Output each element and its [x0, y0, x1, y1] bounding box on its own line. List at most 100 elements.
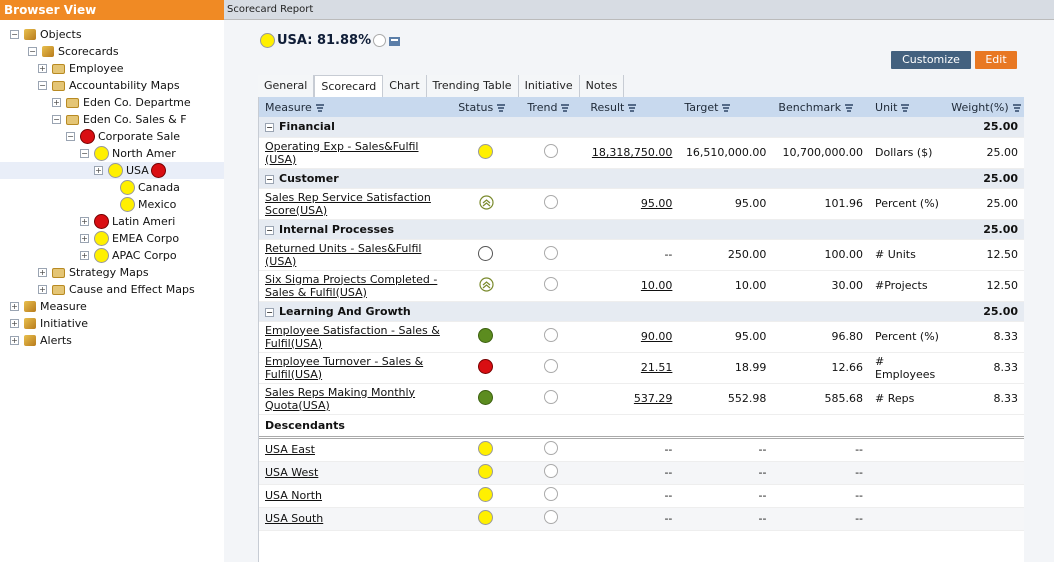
tree-node[interactable]: + Initiative	[0, 315, 235, 332]
customize-button[interactable]: Customize	[891, 51, 971, 69]
tree-node[interactable]: + EMEA Corpo	[0, 230, 235, 247]
column-header[interactable]: Measure	[259, 97, 453, 117]
tab-scorecard[interactable]: Scorecard	[314, 75, 384, 97]
expand-icon[interactable]: +	[38, 268, 47, 277]
measure-link[interactable]: Sales Rep Service Satisfaction Score(USA…	[259, 188, 453, 220]
measure-link[interactable]: Employee Satisfaction - Sales & Fulfil(U…	[259, 321, 453, 353]
tree-node[interactable]: + Cause and Effect Maps	[0, 281, 235, 298]
column-header[interactable]: Unit	[869, 97, 946, 117]
section-name: Customer	[279, 171, 339, 185]
column-header[interactable]: Target	[678, 97, 773, 117]
measure-link[interactable]: Sales Reps Making Monthly Quota(USA)	[259, 383, 453, 415]
sort-icon[interactable]	[627, 103, 637, 113]
tab-initiative[interactable]: Initiative	[518, 75, 580, 97]
edit-button[interactable]: Edit	[975, 51, 1017, 69]
tree-node[interactable]: − Accountability Maps	[0, 77, 235, 94]
expand-icon[interactable]: +	[80, 234, 89, 243]
expand-icon[interactable]: +	[94, 166, 103, 175]
result-value: --	[584, 461, 679, 485]
collapse-icon[interactable]: −	[80, 149, 89, 158]
collapse-icon[interactable]: −	[38, 81, 47, 90]
result-value[interactable]: 90.00	[641, 330, 673, 343]
measure-link[interactable]: Employee Turnover - Sales & Fulfil(USA)	[259, 352, 453, 384]
expand-icon[interactable]: +	[38, 64, 47, 73]
descendant-link[interactable]: USA West	[259, 461, 453, 485]
tree-node[interactable]: − Scorecards	[0, 43, 235, 60]
sort-icon[interactable]	[560, 103, 570, 113]
tree-node[interactable]: + Eden Co. Departme	[0, 94, 235, 111]
tree-node[interactable]: + Strategy Maps	[0, 264, 235, 281]
measure-link[interactable]: Returned Units - Sales&Fulfil (USA)	[259, 239, 453, 271]
collapse-icon[interactable]: −	[28, 47, 37, 56]
result-value[interactable]: 537.29	[634, 392, 673, 405]
tab-chart[interactable]: Chart	[383, 75, 427, 97]
tree-node[interactable]: − Objects	[0, 26, 235, 43]
tree-node[interactable]: + Employee	[0, 60, 235, 77]
benchmark-value: 100.00	[772, 239, 870, 271]
sort-icon[interactable]	[315, 103, 325, 113]
tab-notes[interactable]: Notes	[579, 75, 625, 97]
collapse-icon[interactable]: −	[10, 30, 19, 39]
result-value: --	[584, 484, 679, 508]
result-value[interactable]: 21.51	[641, 361, 673, 374]
tree-node[interactable]: − Corporate Sale	[0, 128, 235, 145]
measure-link[interactable]: Operating Exp - Sales&Fulfil (USA)	[259, 137, 453, 169]
sort-icon[interactable]	[721, 103, 731, 113]
sort-icon[interactable]	[900, 103, 910, 113]
column-header[interactable]: Status	[452, 97, 522, 117]
tree-node[interactable]: Mexico	[0, 196, 235, 213]
sort-icon[interactable]	[844, 103, 854, 113]
tree-node[interactable]: − North Amer	[0, 145, 235, 162]
collapse-icon[interactable]: −	[265, 123, 274, 133]
result-value[interactable]: 95.00	[641, 197, 673, 210]
benchmark-value: --	[772, 507, 870, 531]
collapse-icon[interactable]: −	[52, 115, 61, 124]
collapse-icon[interactable]: −	[265, 225, 274, 235]
descendant-link[interactable]: USA North	[259, 484, 453, 508]
expand-icon[interactable]: +	[52, 98, 61, 107]
tree-node[interactable]: + Alerts	[0, 332, 235, 349]
sort-icon[interactable]	[496, 103, 506, 113]
column-header[interactable]: Result	[584, 97, 679, 117]
trend-icon	[544, 277, 559, 291]
sort-icon[interactable]	[1012, 103, 1022, 113]
measure-link[interactable]: Six Sigma Projects Completed -Sales & Fu…	[259, 270, 453, 302]
expand-icon[interactable]: +	[80, 251, 89, 260]
result-value[interactable]: 18,318,750.00	[592, 146, 672, 159]
unit-value: Percent (%)	[869, 321, 946, 353]
tree-node[interactable]: + Latin Ameri	[0, 213, 235, 230]
expand-icon[interactable]: +	[10, 319, 19, 328]
tree-node-label: Employee	[69, 62, 124, 75]
trend-icon	[544, 144, 559, 158]
column-header[interactable]: Benchmark	[772, 97, 870, 117]
status-dot-icon	[94, 146, 109, 161]
collapse-icon[interactable]: −	[265, 174, 274, 184]
tree-node[interactable]: + APAC Corpo	[0, 247, 235, 264]
expand-icon[interactable]: +	[80, 217, 89, 226]
tab-trending-table[interactable]: Trending Table	[426, 75, 519, 97]
tree-node[interactable]: − Eden Co. Sales & F	[0, 111, 235, 128]
unit-value: # Units	[869, 239, 946, 271]
section-row: − Learning And Growth 25.00	[259, 301, 1024, 322]
column-header[interactable]: Weight(%)	[945, 97, 1024, 117]
result-value[interactable]: 10.00	[641, 279, 673, 292]
status-dot-icon	[94, 231, 109, 246]
header-row: Measure Status Trend Result Target Benchmark U…	[259, 97, 1024, 117]
expand-icon[interactable]: +	[10, 336, 19, 345]
status-dot-icon	[108, 163, 123, 178]
tree-node[interactable]: + USA	[0, 162, 235, 179]
expand-icon[interactable]: +	[38, 285, 47, 294]
descendant-link[interactable]: USA East	[259, 437, 453, 462]
tree-node[interactable]: + Measure	[0, 298, 235, 315]
weight-value: 8.33	[945, 352, 1024, 384]
tab-general[interactable]: General	[258, 75, 315, 97]
folder-icon	[52, 80, 65, 91]
collapse-icon[interactable]: −	[265, 307, 274, 317]
tree-node-label: Strategy Maps	[69, 266, 149, 279]
expand-icon[interactable]: +	[10, 302, 19, 311]
descendant-link[interactable]: USA South	[259, 507, 453, 531]
tree-node[interactable]: Canada	[0, 179, 235, 196]
weight-value: 8.33	[945, 383, 1024, 415]
column-header[interactable]: Trend	[521, 97, 585, 117]
collapse-icon[interactable]: −	[66, 132, 75, 141]
